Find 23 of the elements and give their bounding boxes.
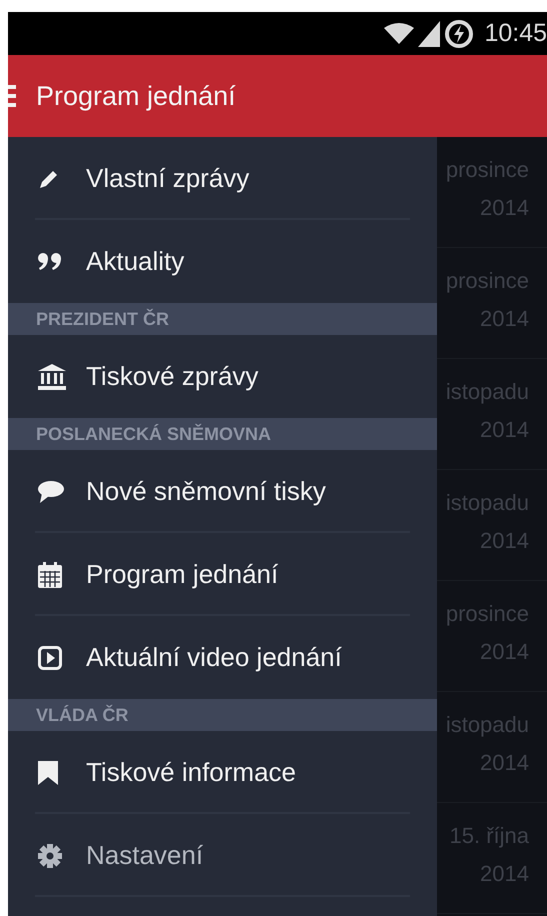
drawer-item[interactable]: Aktuální video jednání — [8, 616, 437, 699]
settings-icon — [38, 844, 62, 868]
section-header: VLÁDA ČR — [8, 699, 437, 731]
status-time: 10:45 — [484, 19, 547, 48]
drawer-item[interactable]: Tiskové informace — [8, 731, 437, 814]
section-header: PREZIDENT ČR — [8, 303, 437, 335]
drawer-item[interactable]: Nové sněmovní tisky — [8, 450, 437, 533]
bank-icon — [38, 364, 66, 390]
drawer-item[interactable]: Program jednání — [8, 533, 437, 616]
menu-icon[interactable] — [8, 85, 16, 107]
play-icon — [38, 646, 62, 670]
drawer-item[interactable]: Vlastní zprávy — [8, 137, 437, 220]
speech-bubble-icon — [38, 480, 64, 502]
wifi-icon — [384, 22, 414, 44]
app-bar-title: Program jednání — [36, 80, 236, 112]
quote-icon — [38, 252, 62, 272]
power-saving-icon — [444, 18, 474, 48]
drawer-item[interactable]: Aktuality — [8, 220, 437, 303]
signal-icon — [418, 20, 440, 46]
section-header: POSLANECKÁ SNĚMOVNA — [8, 418, 437, 450]
calendar-icon — [38, 562, 62, 588]
bookmark-icon — [38, 760, 58, 784]
drawer-item[interactable]: Tiskové zprávy — [8, 335, 437, 418]
